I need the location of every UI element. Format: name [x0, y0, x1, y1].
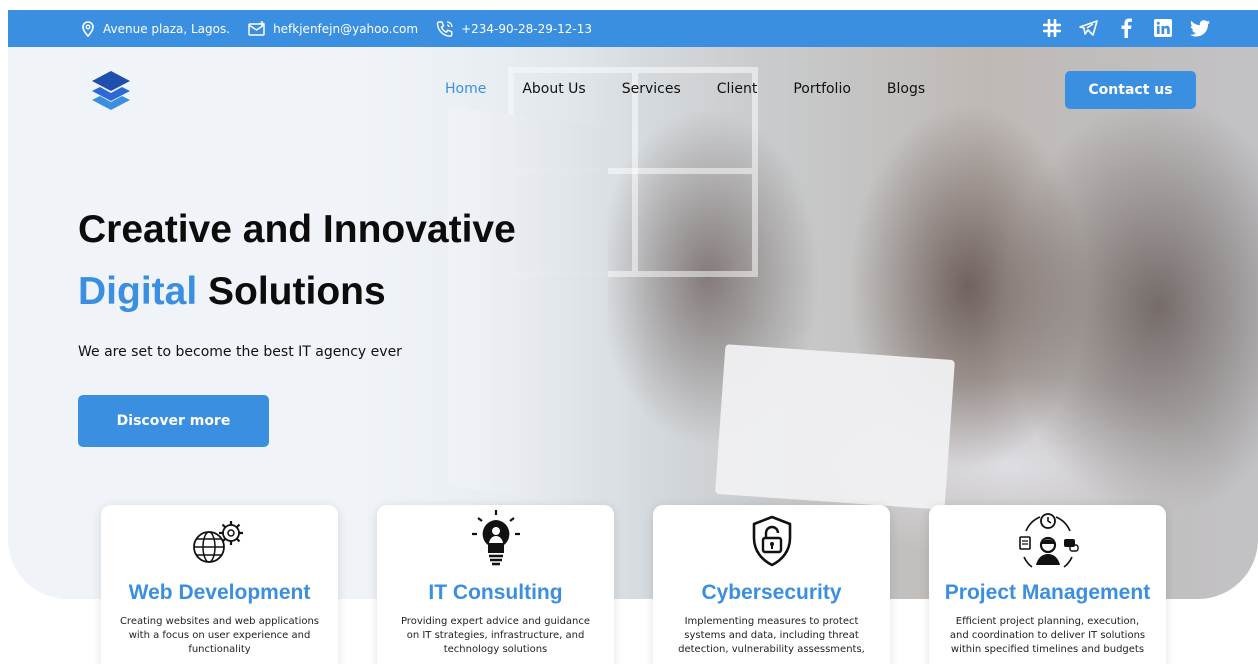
- nav-about-us[interactable]: About Us: [522, 81, 585, 97]
- service-card-project-management[interactable]: Project Management Efficient project pla…: [929, 505, 1166, 664]
- nav-blogs[interactable]: Blogs: [887, 81, 925, 97]
- hero-title: Creative and Innovative Digital Solution…: [78, 199, 516, 323]
- service-title: Cybersecurity: [701, 581, 842, 604]
- globe-gear-icon: [101, 505, 338, 577]
- service-card-cybersecurity[interactable]: Cybersecurity Implementing measures to p…: [653, 505, 890, 664]
- hero-title-highlight: Digital: [78, 270, 198, 313]
- discover-more-button[interactable]: Discover more: [78, 395, 269, 447]
- social-links: [1025, 18, 1210, 38]
- slack-icon[interactable]: [1042, 18, 1062, 38]
- hero-title-rest: Solutions: [208, 270, 386, 313]
- team-clock-icon: [929, 505, 1166, 577]
- facebook-icon[interactable]: [1116, 18, 1136, 38]
- twitter-icon[interactable]: [1190, 18, 1210, 38]
- nav-client[interactable]: Client: [717, 81, 758, 97]
- telegram-icon[interactable]: [1079, 18, 1099, 38]
- service-description: Efficient project planning, execution, a…: [949, 616, 1146, 655]
- phone-text[interactable]: +234-90-28-29-12-13: [461, 22, 592, 36]
- lightbulb-person-icon: [377, 505, 614, 577]
- service-description: Providing expert advice and guidance on …: [400, 616, 591, 655]
- email-text[interactable]: hefkjenfejn@yahoo.com: [273, 22, 418, 36]
- top-info-bar: Avenue plaza, Lagos. hefkjenfejn@yahoo.c…: [8, 10, 1258, 47]
- phone-item[interactable]: +234-90-28-29-12-13: [436, 20, 592, 38]
- service-title: Project Management: [944, 581, 1151, 604]
- service-description: Implementing measures to protect systems…: [678, 616, 865, 655]
- mail-icon: [248, 20, 265, 36]
- service-description: Creating websites and web applications w…: [119, 616, 320, 655]
- hero-subtitle: We are set to become the best IT agency …: [78, 344, 402, 360]
- contact-us-button[interactable]: Contact us: [1065, 71, 1196, 109]
- nav-services[interactable]: Services: [622, 81, 681, 97]
- phone-icon: [436, 20, 453, 37]
- linkedin-icon[interactable]: [1153, 18, 1173, 38]
- main-nav: Home About Us Services Client Portfolio …: [445, 81, 961, 97]
- service-title: IT Consulting: [428, 581, 563, 604]
- hero-background-laptop: [715, 344, 955, 510]
- brand-logo[interactable]: [88, 67, 134, 113]
- hero-title-line1: Creative and Innovative: [78, 208, 516, 251]
- email-item[interactable]: hefkjenfejn@yahoo.com: [248, 20, 418, 37]
- service-title: Web Development: [128, 581, 311, 604]
- location-pin-icon: [82, 20, 94, 37]
- service-card-web-development[interactable]: Web Development Creating websites and we…: [101, 505, 338, 664]
- address-text: Avenue plaza, Lagos.: [103, 21, 231, 36]
- nav-home[interactable]: Home: [445, 81, 486, 97]
- shield-lock-icon: [653, 505, 890, 577]
- service-card-it-consulting[interactable]: IT Consulting Providing expert advice an…: [377, 505, 614, 664]
- nav-portfolio[interactable]: Portfolio: [793, 81, 851, 97]
- address-item: Avenue plaza, Lagos.: [80, 20, 231, 37]
